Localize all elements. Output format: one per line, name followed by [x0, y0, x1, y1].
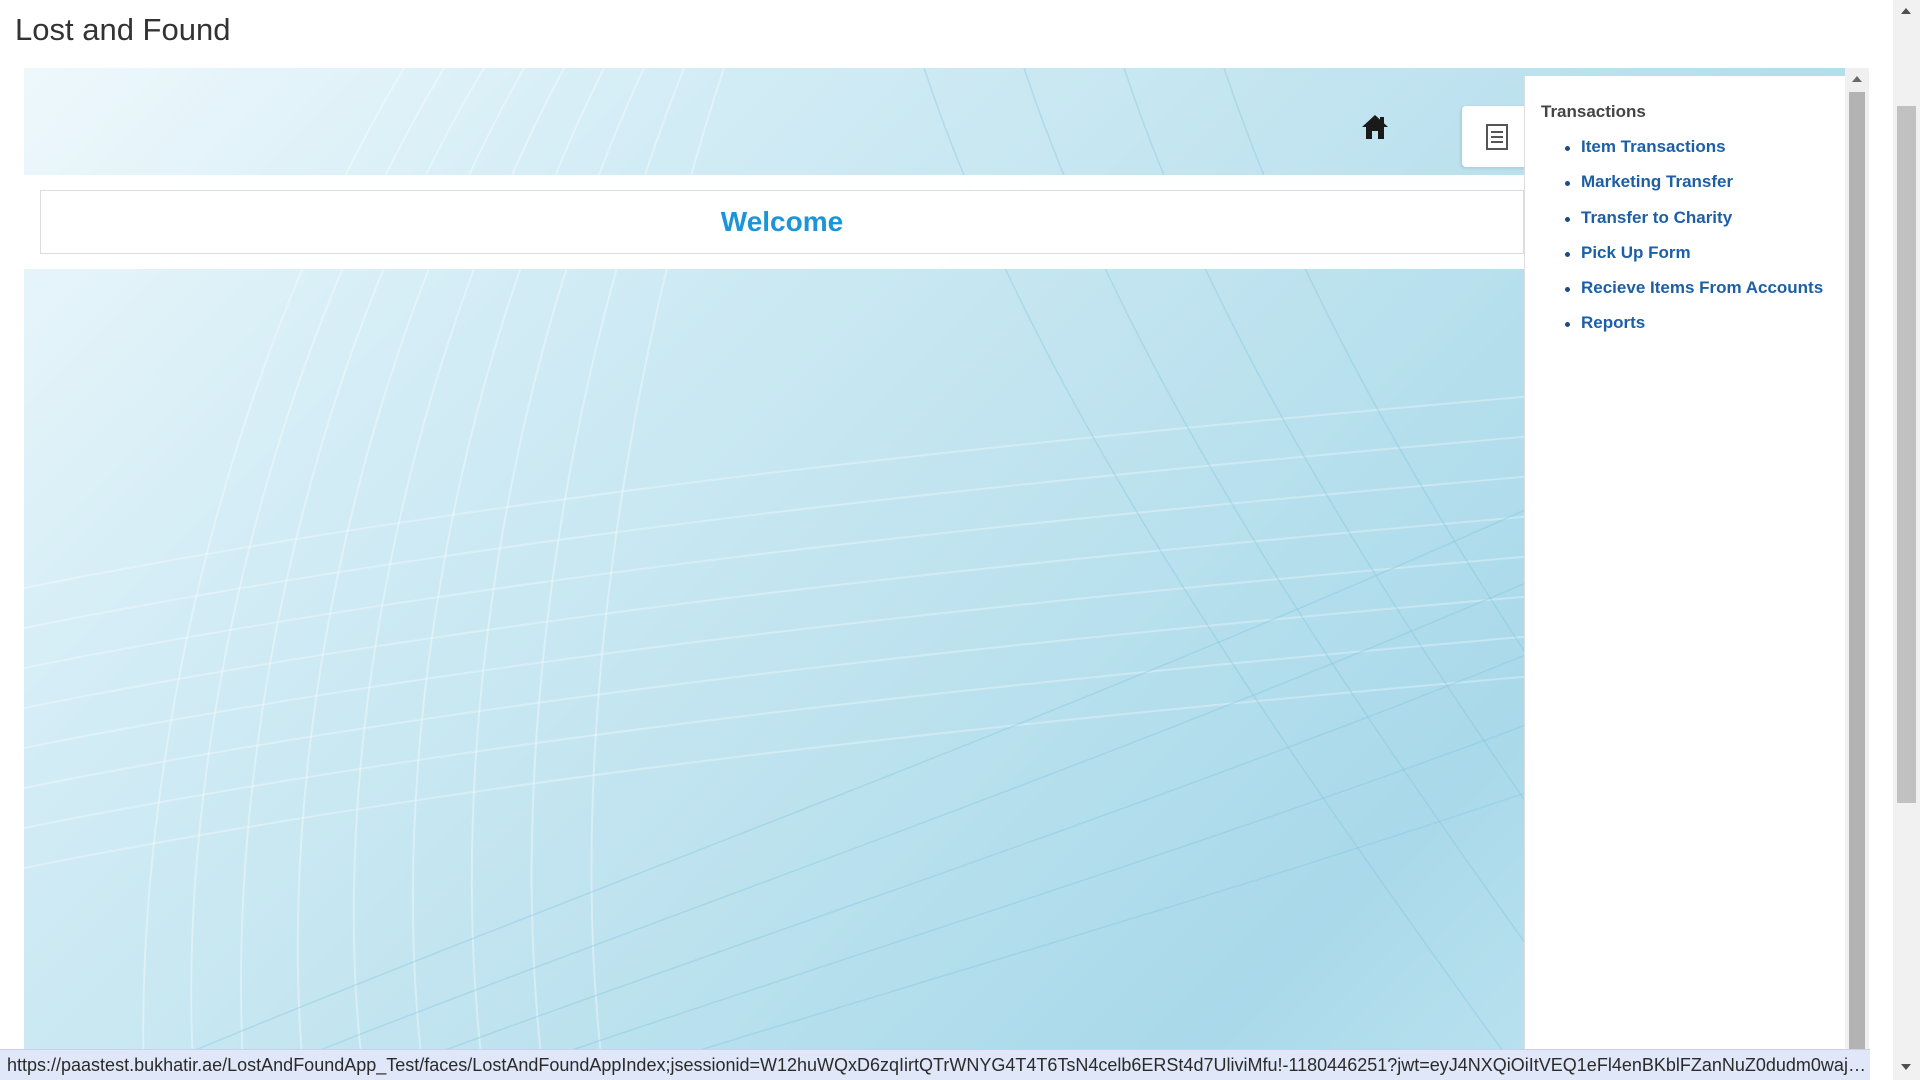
page-toggle-button[interactable] — [1462, 106, 1532, 167]
transactions-heading: Transactions — [1541, 102, 1646, 121]
home-icon — [1362, 115, 1388, 139]
page-scroll-down-icon[interactable] — [1901, 1064, 1911, 1070]
recieve-items-link[interactable]: Recieve Items From Accounts — [1581, 278, 1823, 297]
document-icon — [1486, 123, 1508, 150]
menu-item-item-transactions: Item Transactions — [1565, 137, 1823, 172]
menu-item-marketing-transfer: Marketing Transfer — [1565, 172, 1823, 207]
marketing-transfer-link[interactable]: Marketing Transfer — [1581, 172, 1733, 191]
transfer-to-charity-link[interactable]: Transfer to Charity — [1581, 208, 1732, 227]
page-scrollbar-thumb[interactable] — [1897, 106, 1916, 803]
menu-item-transfer-to-charity: Transfer to Charity — [1565, 208, 1823, 243]
welcome-heading: Welcome — [720, 206, 844, 237]
transactions-panel: Transactions Item Transactions Marketing… — [1524, 76, 1845, 1080]
menu-item-reports: Reports — [1565, 313, 1823, 348]
transactions-menu: Item Transactions Marketing Transfer Tra… — [1565, 137, 1823, 349]
menu-item-pick-up-form: Pick Up Form — [1565, 243, 1823, 278]
content-frame: Welcome Transactions Item Transactions M… — [24, 68, 1869, 1080]
frame-scroll-up-icon[interactable] — [1852, 76, 1862, 82]
status-bar-url: https://paastest.bukhatir.ae/LostAndFoun… — [0, 1049, 1870, 1080]
home-button[interactable] — [1356, 108, 1394, 146]
page-scroll-up-icon[interactable] — [1901, 8, 1911, 14]
app-title: Lost and Found — [15, 12, 231, 47]
menu-item-recieve-items: Recieve Items From Accounts — [1565, 278, 1823, 313]
frame-scrollbar-thumb[interactable] — [1849, 92, 1865, 1080]
frame-scrollbar[interactable] — [1845, 68, 1869, 1080]
reports-link[interactable]: Reports — [1581, 313, 1645, 332]
pick-up-form-link[interactable]: Pick Up Form — [1581, 243, 1691, 262]
welcome-box: Welcome — [40, 190, 1524, 254]
welcome-banner: Welcome — [24, 175, 1524, 269]
page-scrollbar[interactable] — [1893, 0, 1920, 1080]
item-transactions-link[interactable]: Item Transactions — [1581, 137, 1726, 156]
